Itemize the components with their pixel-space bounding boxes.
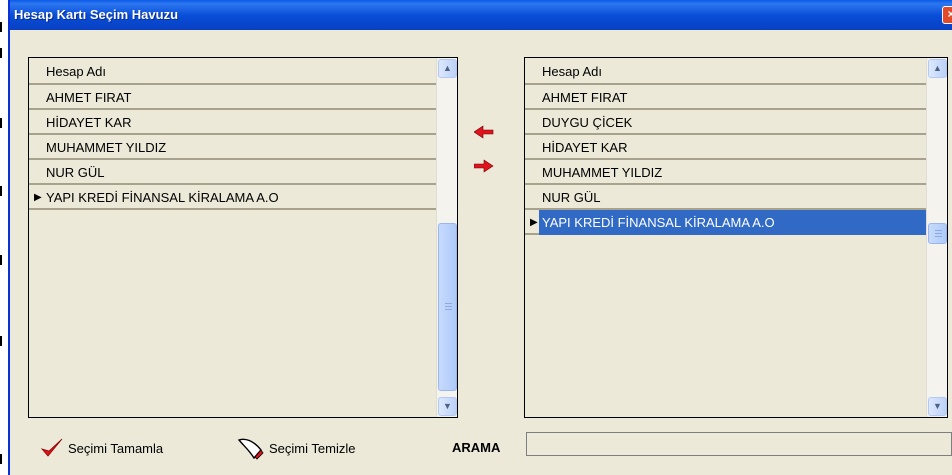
grip-icon <box>445 303 452 310</box>
edge-mark <box>0 48 4 58</box>
complete-selection-button[interactable]: Seçimi Tamamla <box>40 436 163 460</box>
scroll-down-button[interactable]: ▼ <box>928 397 947 416</box>
table-row[interactable]: AHMET FIRAT <box>29 85 436 110</box>
chevron-up-icon: ▲ <box>443 63 452 73</box>
row-label: AHMET FIRAT <box>46 90 132 105</box>
edge-mark <box>0 454 4 464</box>
row-label: YAPI KREDİ FİNANSAL KİRALAMA A.O <box>46 190 279 205</box>
eraser-icon <box>237 438 264 460</box>
scroll-down-button[interactable]: ▼ <box>438 397 457 416</box>
edge-mark <box>0 186 4 196</box>
column-header-label: Hesap Adı <box>46 64 106 79</box>
checkmark-icon <box>40 438 63 457</box>
scrollbar-thumb[interactable] <box>928 223 947 244</box>
arrow-left-icon <box>474 125 494 139</box>
scroll-up-button[interactable]: ▲ <box>438 59 457 78</box>
row-label: HİDAYET KAR <box>542 140 628 155</box>
edge-mark <box>0 255 4 265</box>
edge-mark <box>0 118 4 128</box>
grid-body: Hesap Adı AHMET FIRAT HİDAYET KAR MUHAMM… <box>29 58 436 417</box>
row-label: NUR GÜL <box>46 165 105 180</box>
arrow-right-icon <box>474 159 494 173</box>
title-bar[interactable]: Hesap Kartı Seçim Havuzu × <box>10 0 952 30</box>
column-header[interactable]: Hesap Adı <box>525 58 926 85</box>
table-row[interactable]: MUHAMMET YILDIZ <box>525 160 926 185</box>
move-right-button[interactable] <box>474 159 494 173</box>
current-row-indicator-icon: ▶ <box>530 217 538 228</box>
scrollbar-thumb[interactable] <box>438 223 457 391</box>
row-label: DUYGU ÇİCEK <box>542 115 633 130</box>
search-input[interactable] <box>526 432 952 456</box>
vertical-scrollbar[interactable]: ▲ ▼ <box>926 58 947 417</box>
table-row[interactable]: MUHAMMET YILDIZ <box>29 135 436 160</box>
selected-accounts-grid[interactable]: Hesap Adı AHMET FIRAT DUYGU ÇİCEK HİDAYE… <box>524 57 948 418</box>
scroll-up-button[interactable]: ▲ <box>928 59 947 78</box>
move-left-button[interactable] <box>474 125 494 139</box>
chevron-up-icon: ▲ <box>933 63 942 73</box>
current-row-indicator-icon: ▶ <box>34 192 42 203</box>
close-button[interactable]: × <box>942 6 952 24</box>
table-row[interactable]: NUR GÜL <box>525 185 926 210</box>
edge-mark <box>0 336 4 346</box>
table-row[interactable]: NUR GÜL <box>29 160 436 185</box>
row-label: YAPI KREDİ FİNANSAL KİRALAMA A.O <box>539 210 926 235</box>
row-label: AHMET FIRAT <box>542 90 628 105</box>
table-row-selected[interactable]: ▶ YAPI KREDİ FİNANSAL KİRALAMA A.O <box>525 210 926 235</box>
grip-icon <box>935 229 942 237</box>
table-row[interactable]: AHMET FIRAT <box>525 85 926 110</box>
edge-mark <box>0 22 4 32</box>
column-header[interactable]: Hesap Adı <box>29 58 436 85</box>
grid-body: Hesap Adı AHMET FIRAT DUYGU ÇİCEK HİDAYE… <box>525 58 926 417</box>
table-row[interactable]: DUYGU ÇİCEK <box>525 110 926 135</box>
row-label: MUHAMMET YILDIZ <box>46 140 167 155</box>
row-label: HİDAYET KAR <box>46 115 132 130</box>
available-accounts-grid[interactable]: Hesap Adı AHMET FIRAT HİDAYET KAR MUHAMM… <box>28 57 458 418</box>
table-row[interactable]: ▶ YAPI KREDİ FİNANSAL KİRALAMA A.O <box>29 185 436 210</box>
table-row[interactable]: HİDAYET KAR <box>29 110 436 135</box>
row-label: MUHAMMET YILDIZ <box>542 165 663 180</box>
clear-selection-label: Seçimi Temizle <box>269 440 356 456</box>
clear-selection-button[interactable]: Seçimi Temizle <box>237 436 355 460</box>
search-label: ARAMA <box>452 440 501 455</box>
column-header-label: Hesap Adı <box>542 64 602 79</box>
vertical-scrollbar[interactable]: ▲ ▼ <box>436 58 457 417</box>
background-window-edge <box>0 0 8 475</box>
table-row[interactable]: HİDAYET KAR <box>525 135 926 160</box>
window-title: Hesap Kartı Seçim Havuzu <box>14 7 179 22</box>
row-label: NUR GÜL <box>542 190 601 205</box>
close-icon: × <box>947 7 952 21</box>
complete-selection-label: Seçimi Tamamla <box>68 440 164 456</box>
chevron-down-icon: ▼ <box>443 401 452 411</box>
chevron-down-icon: ▼ <box>933 401 942 411</box>
